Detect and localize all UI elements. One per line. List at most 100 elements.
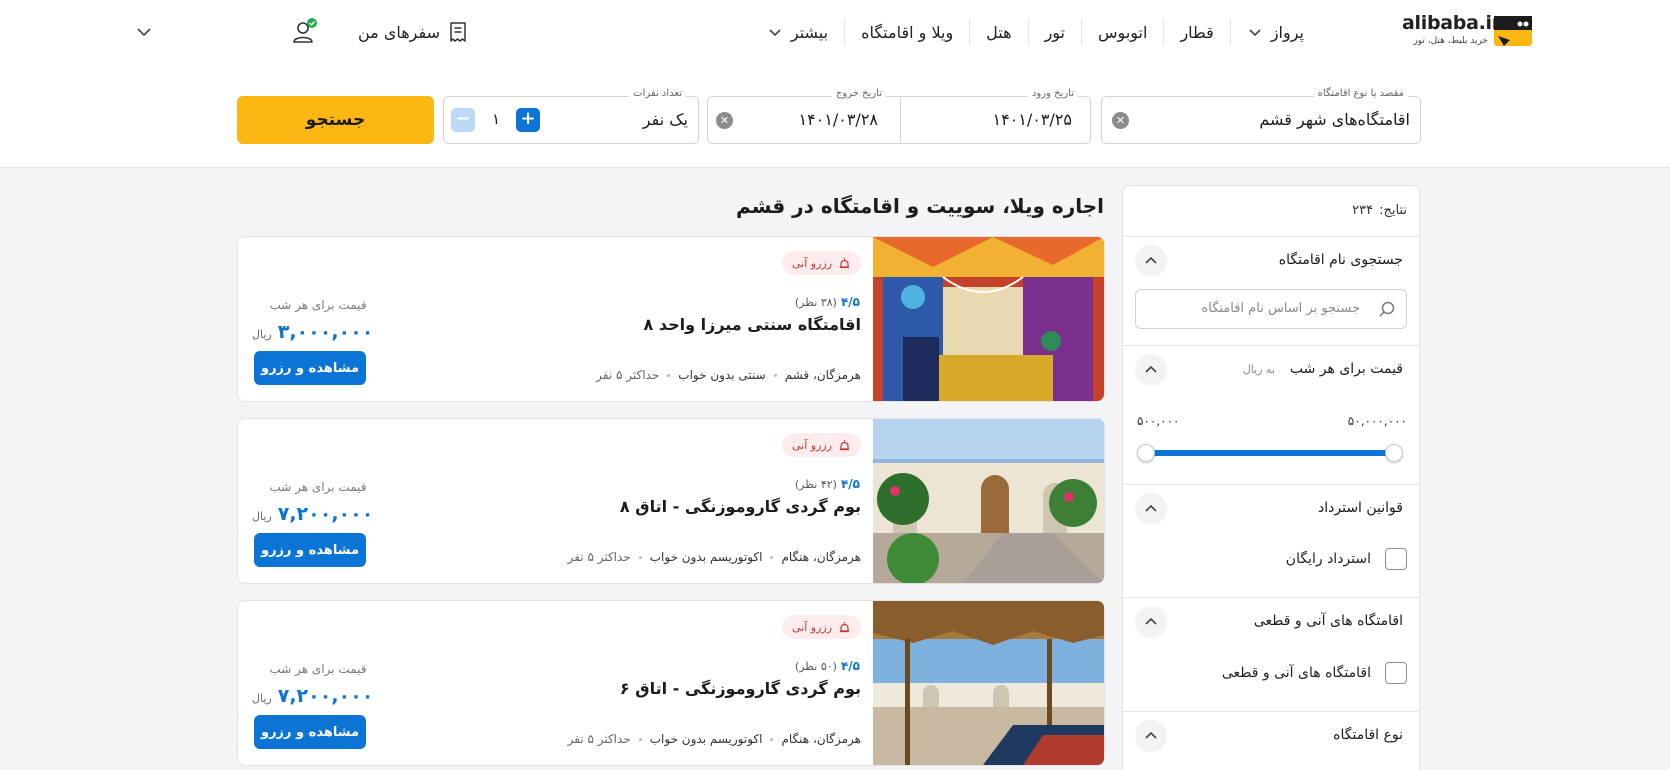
listing-photo[interactable] <box>873 419 1104 583</box>
listing-price: ۷,۲۰۰,۰۰۰ ریال <box>252 503 374 525</box>
instant-checkbox[interactable] <box>1385 662 1407 684</box>
chevron-up-icon <box>1145 731 1157 739</box>
listing-name[interactable]: اقامتگاه سنتی میرزا واحد ۸ <box>644 315 861 334</box>
chevron-down-icon <box>769 29 781 37</box>
instant-booking-badge: رزرو آنی <box>781 615 861 639</box>
instant-option-label: اقامتگاه های آنی و قطعی <box>1221 665 1371 681</box>
guest-count: ۱ <box>492 110 501 128</box>
price-max: ۵۰,۰۰۰,۰۰۰ <box>1347 414 1407 428</box>
price-filter-title: قیمت برای هر شب <box>1289 361 1403 377</box>
chevron-down-icon[interactable] <box>134 22 154 42</box>
price-label: قیمت برای هر شب <box>269 662 367 676</box>
nav-divider <box>1027 19 1029 45</box>
nav-train[interactable]: قطار <box>1164 18 1229 46</box>
divider <box>1123 597 1419 598</box>
user-account-icon[interactable] <box>290 18 318 46</box>
collapse-toggle[interactable] <box>1135 245 1167 277</box>
listing-price: ۷,۲۰۰,۰۰۰ ریال <box>252 685 374 707</box>
search-icon <box>1379 301 1395 317</box>
price-label: قیمت برای هر شب <box>269 298 367 312</box>
search-placeholder: جستجو بر اساس نام اقامتگاه <box>1201 301 1360 316</box>
type-filter-title: نوع اقامتگاه <box>1333 727 1403 743</box>
nav-villa[interactable]: ویلا و اقامتگاه <box>845 18 969 46</box>
nav-more[interactable]: بیشتر <box>751 18 844 46</box>
collapse-toggle[interactable] <box>1135 493 1167 525</box>
results-count: نتایج: ۲۳۴ <box>1352 203 1407 218</box>
search-button[interactable]: جستجو <box>237 96 434 144</box>
guests-field[interactable]: تعداد نفرات یک نفر + ۱ − <box>443 88 699 144</box>
nav-divider <box>844 19 846 45</box>
listing-card[interactable]: رزرو آنی ۴/۵ (۴۲ نظر) بوم گردی گاروموزنگ… <box>237 418 1105 584</box>
nav-divider <box>969 19 971 45</box>
destination-field[interactable]: مقصد یا نوع اقامتگاه اقامتگاه‌های شهر قش… <box>1101 88 1421 144</box>
listing-meta: هرمزگان، قشم سنتی بدون خواب حداکثر ۵ نفر <box>596 368 861 382</box>
logo-mark-icon <box>1494 16 1532 46</box>
date-divider <box>900 97 901 143</box>
price-min: ۵۰۰,۰۰۰ <box>1137 414 1180 428</box>
my-trips-label: سفرهای من <box>358 22 440 42</box>
collapse-toggle[interactable] <box>1135 720 1167 752</box>
view-and-book-button[interactable]: مشاهده و رزرو <box>254 351 366 385</box>
nav-bus[interactable]: اتوبوس <box>1082 18 1163 46</box>
alibaba-logo[interactable]: alibaba.ir خرید بلیط، هتل، تور <box>1402 12 1536 52</box>
view-and-book-button[interactable]: مشاهده و رزرو <box>254 533 366 567</box>
clear-icon[interactable]: ✕ <box>716 112 733 129</box>
name-search-title: جستجوی نام اقامتگاه <box>1278 252 1403 268</box>
filters-sidebar: نتایج: ۲۳۴ جستجوی نام اقامتگاه جستجو بر … <box>1122 185 1420 770</box>
refund-filter-title: قوانین استرداد <box>1318 500 1403 516</box>
chevron-up-icon <box>1145 617 1157 625</box>
listing-rating: ۴/۵ (۴۲ نظر) <box>794 477 860 491</box>
nav-tour[interactable]: تور <box>1029 18 1081 46</box>
listing-meta: هرمزگان، هنگام اکوتوریسم بدون خواب حداکث… <box>567 732 861 746</box>
chevron-down-icon <box>1249 29 1261 37</box>
nav-divider <box>1163 19 1165 45</box>
logo-brand: alibaba.ir <box>1402 12 1501 34</box>
date-range-field[interactable]: تاریخ ورود ۱۴۰۱/۰۳/۲۵ تاریخ خروج ۱۴۰۱/۰۳… <box>707 88 1091 144</box>
logo-tagline: خرید بلیط، هتل، تور <box>1413 36 1488 46</box>
price-unit: به ریال <box>1242 363 1275 376</box>
collapse-toggle[interactable] <box>1135 354 1167 386</box>
listing-card[interactable]: رزرو آنی ۴/۵ (۳۸ نظر) اقامتگاه سنتی میرز… <box>237 236 1105 402</box>
listing-name[interactable]: بوم گردی گاروموزنگی - اتاق ۶ <box>620 679 861 698</box>
chevron-up-icon <box>1145 365 1157 373</box>
listing-rating: ۴/۵ (۵۰ نظر) <box>794 659 860 673</box>
alarm-icon <box>840 621 849 632</box>
price-label: قیمت برای هر شب <box>269 480 367 494</box>
nav-divider <box>1229 19 1231 45</box>
listing-name[interactable]: بوم گردی گاروموزنگی - اتاق ۸ <box>620 497 861 516</box>
collapse-toggle[interactable] <box>1135 606 1167 638</box>
clear-icon[interactable]: ✕ <box>1112 112 1129 129</box>
listing-card[interactable]: رزرو آنی ۴/۵ (۵۰ نظر) بوم گردی گاروموزنگ… <box>237 600 1105 766</box>
divider <box>1123 236 1419 237</box>
alarm-icon <box>840 439 849 450</box>
chevron-up-icon <box>1145 504 1157 512</box>
divider <box>1123 484 1419 485</box>
price-max-handle[interactable] <box>1385 444 1403 462</box>
divider <box>1123 345 1419 346</box>
nav-hotel[interactable]: هتل <box>970 18 1027 46</box>
nav-flight[interactable]: پرواز <box>1231 18 1320 46</box>
receipt-icon <box>450 22 466 42</box>
results-title: اجاره ویلا، سوییت و اقامتگاه در قشم <box>736 194 1104 218</box>
listing-photo[interactable] <box>873 601 1104 765</box>
name-search-input[interactable]: جستجو بر اساس نام اقامتگاه <box>1135 289 1407 329</box>
decrease-guests-button[interactable]: − <box>451 108 475 132</box>
chevron-up-icon <box>1145 256 1157 264</box>
checkout-value[interactable]: ۱۴۰۱/۰۳/۲۸ <box>798 110 878 129</box>
instant-filter-title: اقامتگاه های آنی و قطعی <box>1253 613 1403 629</box>
listing-price: ۳,۰۰۰,۰۰۰ ریال <box>252 321 374 343</box>
price-min-handle[interactable] <box>1137 444 1155 462</box>
alarm-icon <box>840 257 849 268</box>
view-and-book-button[interactable]: مشاهده و رزرو <box>254 715 366 749</box>
free-refund-checkbox[interactable] <box>1385 548 1407 570</box>
increase-guests-button[interactable]: + <box>516 108 540 132</box>
divider <box>1123 711 1419 712</box>
checkin-value[interactable]: ۱۴۰۱/۰۳/۲۵ <box>992 110 1072 129</box>
nav-divider <box>1081 19 1083 45</box>
my-trips-button[interactable]: سفرهای من <box>358 18 468 46</box>
instant-booking-badge: رزرو آنی <box>781 251 861 275</box>
instant-booking-badge: رزرو آنی <box>781 433 861 457</box>
listing-rating: ۴/۵ (۳۸ نظر) <box>794 295 860 309</box>
price-range-track[interactable] <box>1145 450 1397 456</box>
listing-photo[interactable] <box>873 237 1104 401</box>
